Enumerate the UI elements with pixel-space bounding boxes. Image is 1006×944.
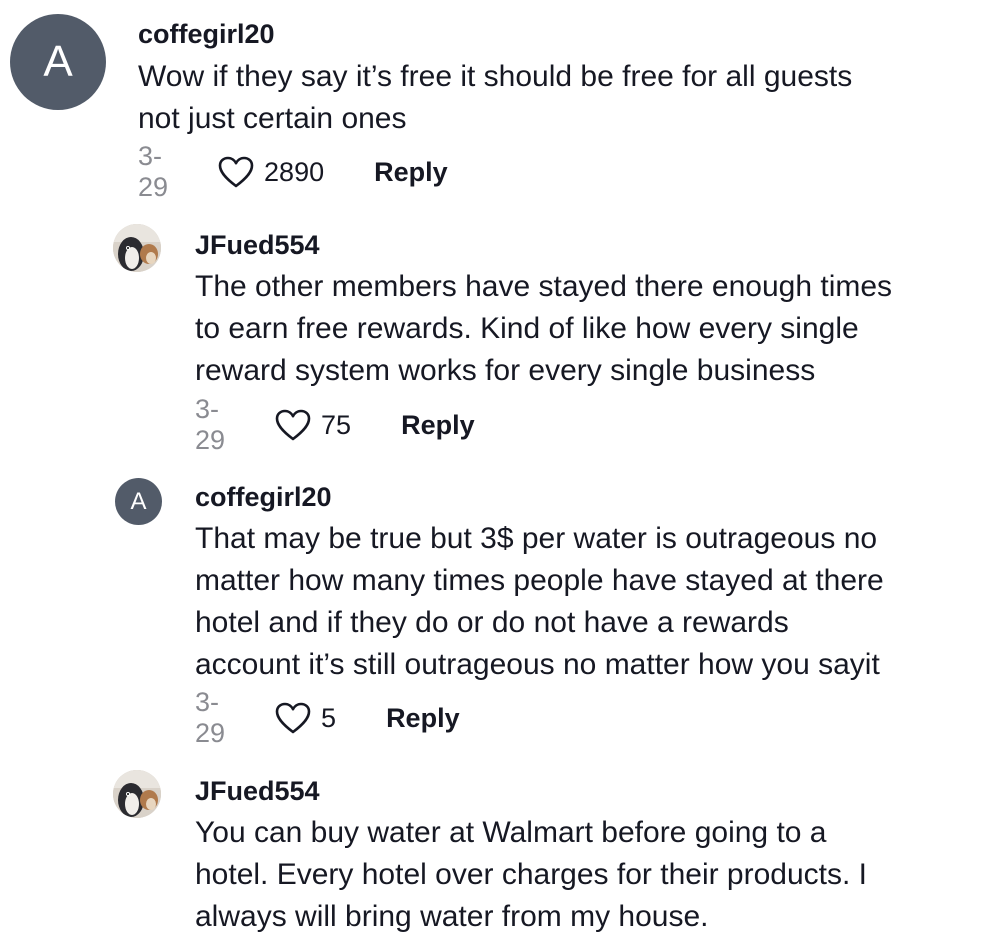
comment-text-line: The other members have stayed there enou…: [195, 270, 893, 303]
reply-button[interactable]: Reply: [374, 157, 448, 188]
comment-text-line: hotel and if they do or do not have a re…: [195, 606, 789, 639]
avatar[interactable]: [113, 770, 161, 818]
like-count: 5: [321, 702, 337, 733]
comment-text-line: reward system works for every single bus…: [195, 354, 816, 387]
avatar[interactable]: A: [115, 478, 162, 525]
comment-text-line: account it’s still outrageous no matter …: [195, 648, 880, 681]
comment-text-line: Wow if they say it’s free it should be f…: [138, 60, 853, 93]
penguin-photo-icon: [113, 224, 161, 272]
comment-meta: 3-29 2890 Reply: [138, 141, 448, 202]
avatar-letter: A: [130, 487, 147, 515]
comment-text-line: to earn free rewards. Kind of like how e…: [195, 312, 859, 345]
like-button[interactable]: [275, 702, 311, 734]
reply-button[interactable]: Reply: [401, 410, 475, 441]
comment-username[interactable]: coffegirl20: [138, 18, 275, 50]
comment-text-line: hotel. Every hotel over charges for thei…: [195, 858, 867, 891]
comment-username[interactable]: JFued554: [195, 775, 320, 807]
comment-date: 3-29: [195, 394, 226, 455]
avatar-letter: A: [43, 37, 73, 86]
heart-icon: [275, 702, 311, 734]
avatar[interactable]: A: [10, 14, 106, 110]
comment-text-line: That may be true but 3$ per water is out…: [195, 522, 878, 555]
reply-button[interactable]: Reply: [386, 703, 460, 734]
heart-icon: [218, 156, 254, 188]
penguin-photo-icon: [113, 770, 161, 818]
comment-username[interactable]: JFued554: [195, 229, 320, 261]
avatar[interactable]: [113, 224, 161, 272]
heart-icon: [275, 409, 311, 441]
comment-date: 3-29: [195, 687, 226, 748]
comment-meta: 3-29 75 Reply: [195, 394, 475, 455]
comment-username[interactable]: coffegirl20: [195, 481, 332, 513]
like-button[interactable]: [275, 409, 311, 441]
comment-meta: 3-29 5 Reply: [195, 687, 460, 748]
comment-text-line: matter how many times people have stayed…: [195, 564, 884, 597]
comment-date: 3-29: [138, 141, 169, 202]
comment-text-line: not just certain ones: [138, 102, 407, 135]
like-count: 2890: [264, 156, 325, 187]
like-button[interactable]: [218, 156, 254, 188]
like-count: 75: [321, 409, 352, 440]
comment-text-line: You can buy water at Walmart before goin…: [195, 816, 827, 849]
comment-text-line: always will bring water from my house.: [195, 900, 709, 933]
